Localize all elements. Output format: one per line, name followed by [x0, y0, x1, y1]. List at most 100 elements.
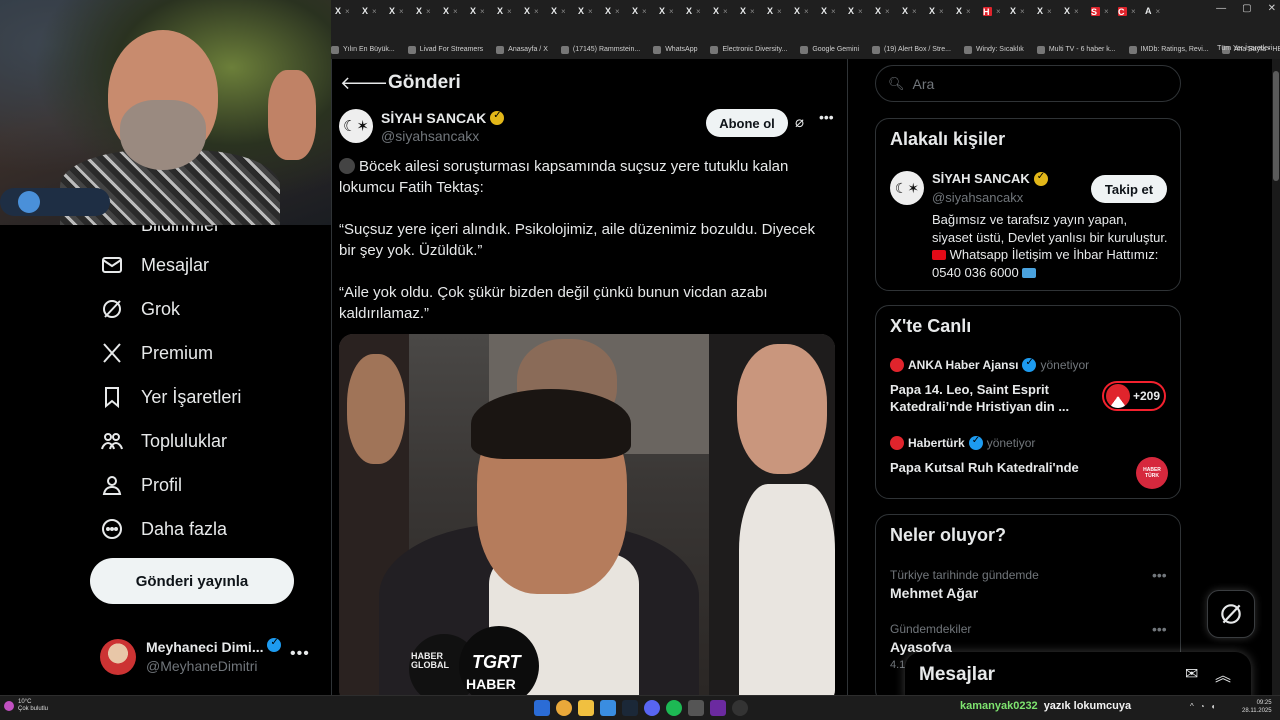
- maximize-icon[interactable]: ▢: [1242, 3, 1251, 14]
- nav-item-bookmarks[interactable]: Yer İşaretleri: [100, 385, 241, 409]
- author-handle[interactable]: @siyahsancakx: [381, 128, 479, 144]
- browser-tab[interactable]: X ×: [659, 3, 685, 19]
- browser-tab[interactable]: X ×: [1010, 3, 1036, 19]
- nav-item-more[interactable]: Daha fazla: [100, 517, 227, 541]
- bookmark-item[interactable]: (19) Alert Box / Stre...: [872, 45, 951, 54]
- bookmark-item[interactable]: Windy: Sıcaklık: [963, 45, 1024, 54]
- subscribe-button[interactable]: Abone ol: [706, 109, 788, 137]
- live-title[interactable]: Papa Kutsal Ruh Katedrali'nde: [890, 459, 1085, 476]
- discord-icon[interactable]: [644, 700, 660, 716]
- browser-tab[interactable]: X ×: [848, 3, 874, 19]
- browser-tab[interactable]: X ×: [335, 3, 361, 19]
- grok-explain-icon[interactable]: ⌀: [795, 113, 804, 131]
- post-video[interactable]: HABER GLOBAL TGRT HABER: [339, 334, 835, 695]
- browser-tab[interactable]: A ×: [1145, 3, 1171, 19]
- browser-tab[interactable]: X ×: [767, 3, 793, 19]
- post-button[interactable]: Gönderi yayınla: [90, 558, 294, 604]
- bookmark-item[interactable]: Anasayfa / X: [496, 45, 548, 54]
- weather-widget[interactable]: 10°C Çok bulutlu: [4, 699, 48, 713]
- browser-tab[interactable]: X ×: [389, 3, 415, 19]
- browser-tab[interactable]: X ×: [902, 3, 928, 19]
- browser-tab[interactable]: X ×: [794, 3, 820, 19]
- messages-drawer[interactable]: Mesajlar ✉ ︽: [905, 652, 1251, 700]
- follow-button[interactable]: Takip et: [1091, 175, 1167, 203]
- expand-chevron-icon[interactable]: ︽: [1215, 662, 1231, 686]
- browser-tab[interactable]: X ×: [551, 3, 577, 19]
- bookmark-item[interactable]: WhatsApp: [653, 45, 697, 54]
- bookmark-item[interactable]: Electronic Diversity...: [710, 45, 787, 54]
- bookmark-item[interactable]: Yılın En Büyük...: [331, 45, 395, 54]
- browser-tab[interactable]: X ×: [956, 3, 982, 19]
- wifi-icon: ◔: [1199, 702, 1205, 711]
- browser-tab[interactable]: H ×: [983, 3, 1009, 19]
- steam-icon[interactable]: [622, 700, 638, 716]
- browser-tab[interactable]: X ×: [524, 3, 550, 19]
- system-tray[interactable]: ^ ◔ ◖: [1190, 702, 1215, 711]
- browser-tab[interactable]: X ×: [578, 3, 604, 19]
- related-avatar[interactable]: ☾✶: [890, 171, 924, 205]
- browser-tab[interactable]: X ×: [632, 3, 658, 19]
- new-message-icon[interactable]: ✉: [1185, 664, 1198, 684]
- haberturk-avatar[interactable]: HABER TÜRK: [1136, 457, 1168, 489]
- bookmark-item[interactable]: Google Gemini: [800, 45, 859, 54]
- spotify-icon[interactable]: [666, 700, 682, 716]
- chrome-icon[interactable]: [556, 700, 572, 716]
- browser-tab[interactable]: C ×: [1118, 3, 1144, 19]
- browser-tab[interactable]: X ×: [686, 3, 712, 19]
- browser-tab[interactable]: X ×: [713, 3, 739, 19]
- trend-name[interactable]: Mehmet Ağar: [890, 585, 978, 601]
- browser-tab[interactable]: X ×: [470, 3, 496, 19]
- nav-item-messages[interactable]: Mesajlar: [100, 253, 209, 277]
- related-name[interactable]: SİYAH SANCAK: [932, 171, 1048, 186]
- browser-tab[interactable]: X ×: [1037, 3, 1063, 19]
- nav-item-communities[interactable]: Topluluklar: [100, 429, 227, 453]
- live-source[interactable]: Habertürk yönetiyor: [890, 435, 1035, 450]
- back-arrow-icon[interactable]: 🡐: [340, 73, 388, 94]
- bookmark-item[interactable]: Livad For Streamers: [407, 45, 483, 54]
- browser-tab[interactable]: X ×: [929, 3, 955, 19]
- post-more-icon[interactable]: •••: [819, 109, 834, 125]
- browser-tab[interactable]: X ×: [416, 3, 442, 19]
- nav-item-premium[interactable]: Premium: [100, 341, 213, 365]
- bookmark-item[interactable]: Multi TV - 6 haber k...: [1036, 45, 1116, 54]
- taskbar-clock[interactable]: 09:25 28.11.2025: [1242, 699, 1272, 715]
- nav-item-grok[interactable]: Grok: [100, 297, 180, 321]
- windows-start-icon[interactable]: [534, 700, 550, 716]
- bookmark-favicon-icon: [800, 45, 809, 54]
- grok-floating-button[interactable]: [1207, 590, 1255, 638]
- page-scrollbar[interactable]: [1272, 59, 1280, 695]
- browser-tab[interactable]: X ×: [1064, 3, 1090, 19]
- browser-tab[interactable]: X ×: [605, 3, 631, 19]
- close-icon[interactable]: ✕: [1268, 3, 1276, 14]
- app-icon[interactable]: [600, 700, 616, 716]
- address-bar[interactable]: [331, 22, 1280, 40]
- related-handle[interactable]: @siyahsancakx: [932, 190, 1023, 205]
- app-icon[interactable]: [732, 700, 748, 716]
- tab-favicon-icon: X: [848, 6, 855, 16]
- file-explorer-icon[interactable]: [578, 700, 594, 716]
- search-input[interactable]: 🔍︎ Ara: [875, 65, 1181, 102]
- nav-item-profile[interactable]: Profil: [100, 473, 182, 497]
- author-name[interactable]: SİYAH SANCAK: [381, 110, 505, 126]
- trend-more-icon[interactable]: •••: [1152, 567, 1167, 583]
- account-switcher[interactable]: Meyhaneci Dimi... @MeyhaneDimitri •••: [100, 635, 310, 685]
- obs-icon[interactable]: [710, 700, 726, 716]
- minimize-icon[interactable]: —: [1216, 3, 1226, 14]
- browser-tab[interactable]: X ×: [740, 3, 766, 19]
- browser-tab[interactable]: X ×: [362, 3, 388, 19]
- browser-tab[interactable]: X ×: [875, 3, 901, 19]
- more-options-icon[interactable]: •••: [290, 645, 310, 663]
- live-source[interactable]: ANKA Haber Ajansı yönetiyor: [890, 357, 1089, 372]
- live-listeners-pill[interactable]: +209: [1102, 381, 1166, 411]
- app-icon[interactable]: [688, 700, 704, 716]
- browser-tab[interactable]: X ×: [497, 3, 523, 19]
- all-bookmarks[interactable]: Tüm Yer İşaretleri: [1217, 45, 1272, 52]
- bookmark-item[interactable]: IMDb: Ratings, Revi...: [1128, 45, 1209, 54]
- trend-more-icon[interactable]: •••: [1152, 621, 1167, 637]
- live-title[interactable]: Papa 14. Leo, Saint Esprit Katedrali’nde…: [890, 381, 1085, 415]
- browser-tab[interactable]: X ×: [821, 3, 847, 19]
- bookmark-item[interactable]: (17145) Rammstein...: [560, 45, 640, 54]
- browser-tab[interactable]: S ×: [1091, 3, 1117, 19]
- author-avatar[interactable]: ☾✶: [339, 109, 373, 143]
- browser-tab[interactable]: X ×: [443, 3, 469, 19]
